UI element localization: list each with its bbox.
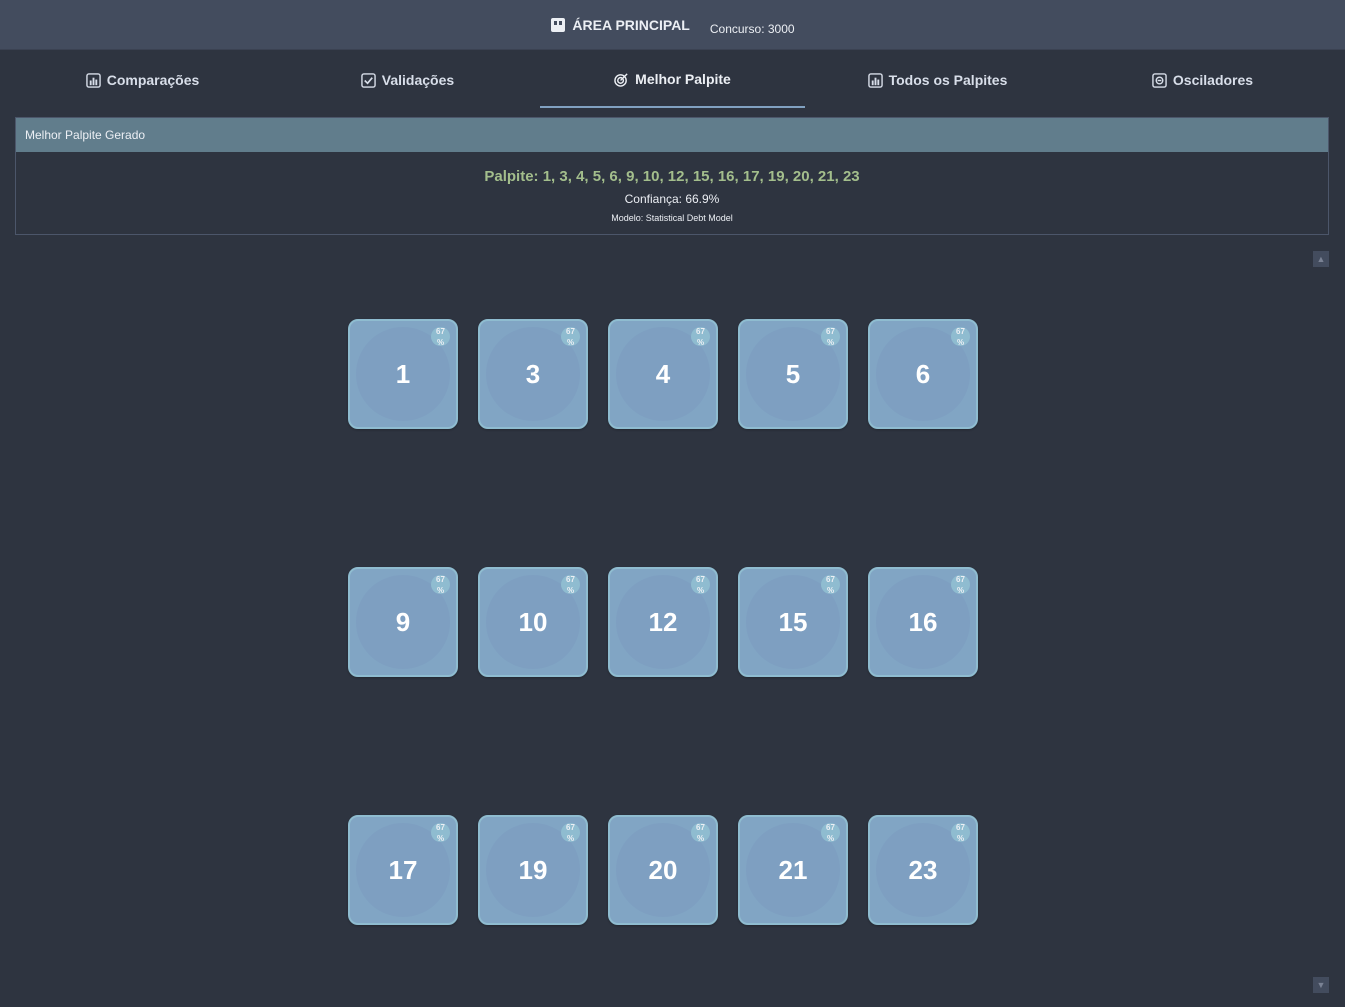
number-ball[interactable]: 67% 15	[738, 567, 848, 677]
ball-number: 6	[915, 358, 931, 389]
ball-number: 4	[655, 358, 671, 389]
probability-badge: 67%	[691, 575, 710, 595]
probability-badge: 67%	[821, 327, 840, 347]
number-ball[interactable]: 67% 1	[348, 319, 458, 429]
probability-badge: 67%	[821, 823, 840, 843]
ball-number: 23	[908, 854, 938, 885]
ball-number: 20	[648, 854, 678, 885]
ball-number: 12	[648, 606, 678, 637]
confidence-text: Confiança: 66.9%	[624, 192, 720, 206]
probability-badge: 67%	[561, 327, 580, 347]
probability-badge: 67%	[431, 823, 450, 843]
model-text: Modelo: Statistical Debt Model	[611, 213, 733, 223]
probability-badge: 67%	[691, 327, 710, 347]
number-ball[interactable]: 67% 16	[868, 567, 978, 677]
tab-todos-os-palpites[interactable]: Todos os Palpites	[805, 52, 1070, 108]
ball-number: 5	[785, 358, 801, 389]
probability-badge: 67%	[951, 327, 970, 347]
ball-number: 15	[778, 606, 808, 637]
probability-badge: 67%	[561, 823, 580, 843]
guess-numbers: Palpite: 1, 3, 4, 5, 6, 9, 10, 12, 15, 1…	[484, 168, 860, 185]
dashboard-icon	[551, 17, 566, 32]
number-ball[interactable]: 67% 23	[868, 815, 978, 925]
tab-validacoes[interactable]: Validações	[275, 52, 540, 108]
ball-number: 1	[395, 358, 411, 389]
tab-label: Osciladores	[1172, 72, 1254, 88]
tab-melhor-palpite[interactable]: Melhor Palpite	[540, 52, 805, 108]
ball-number: 3	[525, 358, 541, 389]
ball-number: 9	[395, 606, 411, 637]
probability-badge: 67%	[561, 575, 580, 595]
chevron-down-icon: ▼	[1316, 980, 1326, 990]
probability-badge: 67%	[431, 327, 450, 347]
tab-bar: Comparações Validações Melhor Palpite To…	[0, 50, 1345, 110]
number-ball[interactable]: 67% 17	[348, 815, 458, 925]
tab-comparacoes[interactable]: Comparações	[10, 52, 275, 108]
number-ball[interactable]: 67% 19	[478, 815, 588, 925]
tab-label: Comparações	[106, 72, 200, 88]
ball-number: 19	[518, 854, 548, 885]
number-ball[interactable]: 67% 3	[478, 319, 588, 429]
tab-label: Melhor Palpite	[635, 71, 731, 87]
ball-number: 10	[518, 606, 548, 637]
number-ball[interactable]: 67% 21	[738, 815, 848, 925]
bar-chart-icon	[85, 72, 101, 88]
panel-body: Palpite: 1, 3, 4, 5, 6, 9, 10, 12, 15, 1…	[16, 152, 1328, 223]
ball-number: 16	[908, 606, 938, 637]
tab-label: Todos os Palpites	[888, 72, 1008, 88]
bar-chart-icon	[867, 72, 883, 88]
scroll-down-button[interactable]: ▼	[1313, 977, 1329, 993]
target-icon	[614, 72, 628, 87]
scroll-up-button[interactable]: ▲	[1313, 251, 1329, 267]
tab-osciladores[interactable]: Osciladores	[1070, 52, 1335, 108]
probability-badge: 67%	[951, 823, 970, 843]
number-ball[interactable]: 67% 5	[738, 319, 848, 429]
number-ball[interactable]: 67% 9	[348, 567, 458, 677]
tab-label: Validações	[381, 72, 455, 88]
ball-number: 21	[778, 854, 808, 885]
chevron-up-icon: ▲	[1316, 254, 1326, 264]
number-ball[interactable]: 67% 10	[478, 567, 588, 677]
number-ball[interactable]: 67% 12	[608, 567, 718, 677]
top-bar: ÁREA PRINCIPAL Concurso: 3000	[0, 0, 1345, 50]
number-ball[interactable]: 67% 20	[608, 815, 718, 925]
probability-badge: 67%	[691, 823, 710, 843]
ball-grid: 67% 1 67% 3 67% 4 67% 5 67% 6 67% 9 67% …	[348, 319, 978, 925]
best-guess-panel: Melhor Palpite Gerado Palpite: 1, 3, 4, …	[15, 117, 1329, 235]
checkbox-icon	[361, 72, 376, 88]
app-title-text: ÁREA PRINCIPAL	[572, 16, 690, 33]
probability-badge: 67%	[431, 575, 450, 595]
probability-badge: 67%	[821, 575, 840, 595]
contest-number: Concurso: 3000	[709, 21, 795, 36]
oscillator-icon	[1152, 72, 1167, 88]
number-ball[interactable]: 67% 6	[868, 319, 978, 429]
probability-badge: 67%	[951, 575, 970, 595]
ball-number: 17	[388, 854, 418, 885]
panel-title: Melhor Palpite Gerado	[16, 118, 1328, 152]
app-title: ÁREA PRINCIPAL	[550, 16, 690, 33]
number-ball[interactable]: 67% 4	[608, 319, 718, 429]
